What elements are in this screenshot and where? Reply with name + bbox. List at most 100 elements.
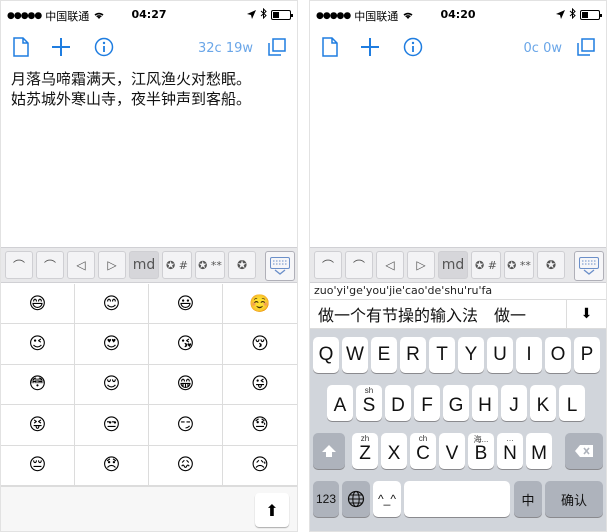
- key-f[interactable]: F: [414, 385, 440, 421]
- new-document-icon[interactable]: [11, 35, 31, 59]
- key-label: G: [448, 395, 464, 416]
- key-hint: 海...: [473, 435, 489, 444]
- key-b[interactable]: 海... B: [468, 433, 494, 469]
- emoji-key[interactable]: 😃: [149, 284, 223, 325]
- redo-key[interactable]: ⌒: [36, 251, 64, 279]
- emoji-key[interactable]: 😄: [1, 284, 75, 325]
- emoji-key[interactable]: 😥: [223, 445, 297, 486]
- keyboard-toggle-icon[interactable]: [265, 251, 295, 281]
- key-label: A: [333, 395, 347, 416]
- key-d[interactable]: D: [385, 385, 411, 421]
- key-h[interactable]: H: [472, 385, 498, 421]
- key-hint: zh: [360, 434, 370, 443]
- key-x[interactable]: X: [381, 433, 407, 469]
- more-key[interactable]: ✪: [228, 251, 256, 279]
- heading-key[interactable]: ✪ #: [162, 251, 192, 279]
- cursor-right-key[interactable]: ▷: [407, 251, 435, 279]
- bold-key[interactable]: ✪ **: [504, 251, 534, 279]
- key-q[interactable]: Q: [313, 337, 339, 373]
- expand-icon[interactable]: [267, 35, 287, 59]
- emoji-key[interactable]: 😍: [75, 324, 149, 365]
- emoji-key[interactable]: 😊: [75, 284, 149, 325]
- emoji-key[interactable]: 😉: [1, 324, 75, 365]
- key-k[interactable]: K: [530, 385, 556, 421]
- key-r[interactable]: R: [400, 337, 426, 373]
- key-y[interactable]: Y: [458, 337, 484, 373]
- expand-icon[interactable]: [576, 35, 596, 59]
- key-label: B: [474, 443, 488, 464]
- emoji-key[interactable]: 😜: [223, 364, 297, 406]
- confirm-button[interactable]: 确认: [545, 481, 603, 517]
- shortcut-bar: ⌒ ⌒ ◁ ▷ md ✪ # ✪ ** ✪: [310, 247, 606, 283]
- emoji-key[interactable]: 😚: [223, 324, 297, 365]
- status-bar: ●●●●● 中国联通 04:27: [1, 7, 297, 23]
- emoji-key[interactable]: 😘: [149, 324, 223, 365]
- new-document-icon[interactable]: [320, 35, 340, 59]
- delete-icon[interactable]: [565, 433, 603, 469]
- space-bar[interactable]: [404, 481, 510, 517]
- add-icon[interactable]: [49, 35, 73, 59]
- emoji-key[interactable]: 😳: [1, 364, 75, 406]
- emoji-key[interactable]: 😝: [1, 405, 75, 446]
- emoji-key[interactable]: ☺️: [223, 284, 297, 325]
- emoji-key[interactable]: 😁: [149, 364, 223, 406]
- bold-key[interactable]: ✪ **: [195, 251, 225, 279]
- key-label: X: [387, 443, 401, 464]
- expand-candidates-icon[interactable]: ⬇: [566, 300, 606, 328]
- emoji-key[interactable]: 😒: [75, 405, 149, 446]
- add-icon[interactable]: [358, 35, 382, 59]
- redo-key[interactable]: ⌒: [345, 251, 373, 279]
- key-c[interactable]: ch C: [410, 433, 436, 469]
- heading-key[interactable]: ✪ #: [471, 251, 501, 279]
- cursor-left-key[interactable]: ◁: [376, 251, 404, 279]
- editor-line: 月落乌啼霜满天，江风渔火对愁眠。: [11, 70, 252, 88]
- shift-icon[interactable]: [313, 433, 345, 469]
- key-i[interactable]: I: [516, 337, 542, 373]
- markdown-key[interactable]: md: [129, 251, 159, 279]
- upload-arrow-icon[interactable]: ⬆: [255, 493, 289, 527]
- markdown-key[interactable]: md: [438, 251, 468, 279]
- key-v[interactable]: V: [439, 433, 465, 469]
- toolbar: 32c 19w: [1, 29, 297, 65]
- character-word-count: 32c 19w: [198, 41, 253, 56]
- left-screen: ●●●●● 中国联通 04:27 32c 19w 月落乌啼霜满天，江风渔火对愁眠…: [0, 0, 298, 532]
- key-s[interactable]: sh S: [356, 385, 382, 421]
- key-a[interactable]: A: [327, 385, 353, 421]
- key-t[interactable]: T: [429, 337, 455, 373]
- key-m[interactable]: M: [526, 433, 552, 469]
- undo-key[interactable]: ⌒: [5, 251, 33, 279]
- keyboard-toggle-icon[interactable]: [574, 251, 604, 281]
- key-n[interactable]: … N: [497, 433, 523, 469]
- emoticon-key[interactable]: ^_^: [373, 481, 401, 517]
- key-g[interactable]: G: [443, 385, 469, 421]
- key-l[interactable]: L: [559, 385, 585, 421]
- info-icon[interactable]: [93, 35, 115, 59]
- key-o[interactable]: O: [545, 337, 571, 373]
- chinese-mode-key[interactable]: 中: [514, 481, 542, 517]
- more-key[interactable]: ✪: [537, 251, 565, 279]
- text-editor[interactable]: 月落乌啼霜满天，江风渔火对愁眠。 姑苏城外寒山寺，夜半钟声到客船。: [11, 69, 291, 109]
- emoji-key[interactable]: 😏: [149, 405, 223, 446]
- candidate-item[interactable]: 做一: [486, 302, 534, 326]
- cursor-left-key[interactable]: ◁: [67, 251, 95, 279]
- info-icon[interactable]: [402, 35, 424, 59]
- key-j[interactable]: J: [501, 385, 527, 421]
- key-p[interactable]: P: [574, 337, 600, 373]
- candidate-item[interactable]: 做一个有节操的输入法: [310, 302, 486, 326]
- key-u[interactable]: U: [487, 337, 513, 373]
- undo-key[interactable]: ⌒: [314, 251, 342, 279]
- key-e[interactable]: E: [371, 337, 397, 373]
- cursor-right-key[interactable]: ▷: [98, 251, 126, 279]
- key-label: L: [566, 395, 578, 416]
- key-z[interactable]: zh Z: [352, 433, 378, 469]
- emoji-key[interactable]: 😓: [223, 405, 297, 446]
- emoji-key[interactable]: 😌: [75, 364, 149, 406]
- status-bar: ●●●●● 中国联通 04:20: [310, 7, 606, 23]
- candidate-bar: 做一个有节操的输入法 做一 ⬇: [310, 299, 606, 329]
- numbers-key[interactable]: 123: [313, 481, 339, 517]
- key-w[interactable]: W: [342, 337, 368, 373]
- emoji-key[interactable]: 😞: [75, 445, 149, 486]
- globe-icon[interactable]: [342, 481, 370, 517]
- emoji-key[interactable]: 😔: [1, 445, 75, 486]
- emoji-key[interactable]: 😖: [149, 445, 223, 486]
